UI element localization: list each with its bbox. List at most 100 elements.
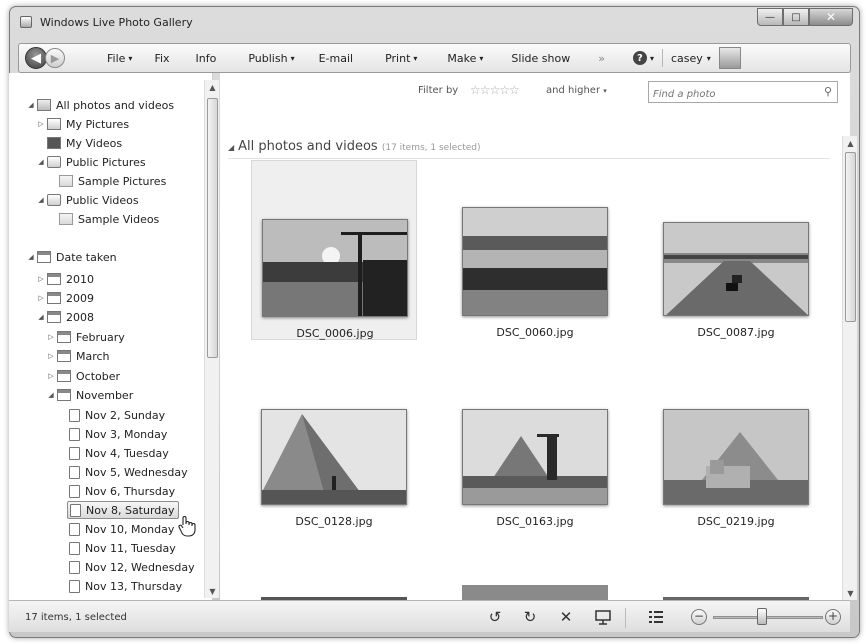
- collapsed-arrow-icon[interactable]: ▷: [37, 294, 45, 302]
- collapsed-arrow-icon[interactable]: ▷: [47, 333, 55, 341]
- window-title: Windows Live Photo Gallery: [40, 16, 193, 29]
- photo-tile[interactable]: DSC_0219.jpg: [653, 361, 819, 541]
- back-button[interactable]: ◀: [25, 47, 47, 69]
- make-menu[interactable]: Make ▾: [447, 52, 483, 65]
- forward-button[interactable]: ▶: [45, 48, 65, 68]
- file-menu[interactable]: File ▾: [107, 52, 132, 65]
- expanded-arrow-icon[interactable]: ◢: [27, 253, 35, 261]
- tree-item-sample-videos[interactable]: Sample Videos: [59, 210, 159, 228]
- delete-icon: ✕: [559, 608, 573, 626]
- photo-thumbnail: [262, 219, 408, 317]
- scrollbar-thumb[interactable]: [845, 152, 856, 322]
- overflow-button[interactable]: »: [598, 52, 605, 65]
- photo-tile[interactable]: DSC_0087.jpg: [653, 160, 819, 340]
- tree-item-month[interactable]: ▷ March: [47, 347, 109, 365]
- help-menu[interactable]: ? ▾: [632, 51, 654, 65]
- tree-item-all-photos[interactable]: ◢ All photos and videos: [27, 96, 174, 114]
- tree-item-month[interactable]: ◢ November: [47, 386, 133, 404]
- collapse-arrow-icon[interactable]: ◢: [228, 143, 234, 152]
- expanded-arrow-icon[interactable]: ◢: [47, 391, 55, 399]
- delete-button[interactable]: ✕: [555, 606, 577, 628]
- calendar-icon: [57, 370, 71, 382]
- dropdown-arrow-icon: ▾: [649, 53, 654, 63]
- view-details-button[interactable]: [645, 606, 667, 628]
- folder-icon: [59, 175, 73, 187]
- tree-item-day[interactable]: Nov 5, Wednesday: [69, 463, 188, 481]
- avatar[interactable]: [718, 47, 741, 69]
- tree-item-day[interactable]: Nov 11, Tuesday: [69, 539, 176, 557]
- close-button[interactable]: ✕: [809, 8, 853, 26]
- scroll-down-arrow-icon[interactable]: ▼: [843, 586, 858, 600]
- zoom-in-button[interactable]: +: [825, 609, 841, 625]
- tree-item-year[interactable]: ◢ 2008: [37, 308, 94, 326]
- slide-show-button[interactable]: Slide show: [511, 52, 570, 65]
- tree-item-day[interactable]: Nov 12, Wednesday: [69, 558, 195, 576]
- expanded-arrow-icon[interactable]: ◢: [37, 313, 45, 321]
- info-button[interactable]: Info: [196, 52, 217, 65]
- zoom-slider-track[interactable]: [713, 616, 823, 619]
- tree-item-day[interactable]: Nov 4, Tuesday: [69, 444, 169, 462]
- tree-item-public-videos[interactable]: ◢ Public Videos: [37, 191, 138, 209]
- rotate-right-button[interactable]: ↻: [519, 606, 541, 628]
- tree-item-day[interactable]: Nov 10, Monday: [69, 520, 174, 538]
- photo-tile-selected[interactable]: DSC_0006.jpg: [251, 160, 417, 340]
- collapsed-arrow-icon[interactable]: ▷: [47, 352, 55, 360]
- zoom-slider-thumb[interactable]: [757, 608, 767, 625]
- email-button[interactable]: E-mail: [319, 52, 354, 65]
- fix-button[interactable]: Fix: [154, 52, 169, 65]
- print-menu[interactable]: Print ▾: [385, 52, 417, 65]
- group-heading[interactable]: ◢ All photos and videos (17 items, 1 sele…: [228, 139, 481, 154]
- scroll-up-arrow-icon[interactable]: ▲: [843, 136, 858, 150]
- videos-icon: [47, 137, 61, 149]
- filter-bar: Filter by ☆☆☆☆☆ and higher ▾ ⚲: [220, 81, 840, 104]
- tree-item-my-videos[interactable]: My Videos: [47, 134, 122, 152]
- photo-tile[interactable]: DSC_0060.jpg: [452, 160, 618, 340]
- tree-item-year[interactable]: ▷ 2009: [37, 289, 94, 307]
- expanded-arrow-icon[interactable]: ◢: [37, 158, 45, 166]
- maximize-button[interactable]: □: [783, 8, 809, 26]
- tree-item-my-pictures[interactable]: ▷ My Pictures: [37, 115, 129, 133]
- photo-thumbnail[interactable]: [462, 585, 608, 600]
- filter-label: Filter by: [418, 85, 459, 96]
- collapsed-arrow-icon[interactable]: ▷: [47, 372, 55, 380]
- photo-tile[interactable]: DSC_0128.jpg: [251, 361, 417, 541]
- publish-menu[interactable]: Publish ▾: [248, 52, 294, 65]
- zoom-out-button[interactable]: −: [691, 609, 707, 625]
- tree-item-year[interactable]: ▷ 2010: [37, 270, 94, 288]
- tree-item-date-taken[interactable]: ◢ Date taken: [27, 248, 116, 266]
- tree-item-day[interactable]: Nov 6, Thursday: [69, 482, 175, 500]
- tree-item-day-selected[interactable]: Nov 8, Saturday: [67, 501, 179, 519]
- collapsed-arrow-icon[interactable]: ▷: [37, 275, 45, 283]
- rating-filter-stars[interactable]: ☆☆☆☆☆: [470, 83, 520, 97]
- minimize-button[interactable]: —: [757, 8, 783, 26]
- rotate-right-icon: ↻: [523, 608, 537, 626]
- tree-item-sample-pictures[interactable]: Sample Pictures: [59, 172, 166, 190]
- dropdown-arrow-icon: ▾: [479, 53, 484, 63]
- tree-item-month[interactable]: ▷ February: [47, 328, 124, 346]
- search-icon[interactable]: ⚲: [824, 85, 832, 98]
- rotate-left-button[interactable]: ↺: [484, 606, 506, 628]
- tree-item-day[interactable]: Nov 2, Sunday: [69, 406, 165, 424]
- photo-tile[interactable]: DSC_0163.jpg: [452, 361, 618, 541]
- tree-item-public-pictures[interactable]: ◢ Public Pictures: [37, 153, 145, 171]
- collapsed-arrow-icon[interactable]: ▷: [37, 120, 45, 128]
- search-input[interactable]: [653, 85, 818, 104]
- tree-item-day[interactable]: Nov 13, Thursday: [69, 577, 182, 595]
- rating-filter-dropdown[interactable]: and higher ▾: [546, 85, 607, 96]
- navigation-scrollbar[interactable]: ▲ ▼: [204, 80, 219, 598]
- play-slide-show-button[interactable]: [592, 606, 614, 628]
- search-box[interactable]: ⚲: [648, 81, 838, 104]
- expanded-arrow-icon[interactable]: ◢: [37, 196, 45, 204]
- scroll-down-arrow-icon[interactable]: ▼: [205, 584, 220, 598]
- plus-icon: +: [827, 609, 839, 623]
- gallery-scrollbar[interactable]: ▲ ▼: [842, 136, 857, 600]
- scrollbar-thumb[interactable]: [207, 98, 218, 358]
- user-menu[interactable]: casey ▾: [671, 52, 711, 65]
- tree-item-month[interactable]: ▷ October: [47, 367, 120, 385]
- tree-item-day[interactable]: Nov 3, Monday: [69, 425, 167, 443]
- title-bar[interactable]: Windows Live Photo Gallery — □ ✕: [10, 7, 859, 37]
- expanded-arrow-icon[interactable]: ◢: [27, 101, 35, 109]
- app-icon: [20, 16, 32, 28]
- scroll-up-arrow-icon[interactable]: ▲: [205, 80, 220, 94]
- photo-thumbnail: [663, 409, 809, 505]
